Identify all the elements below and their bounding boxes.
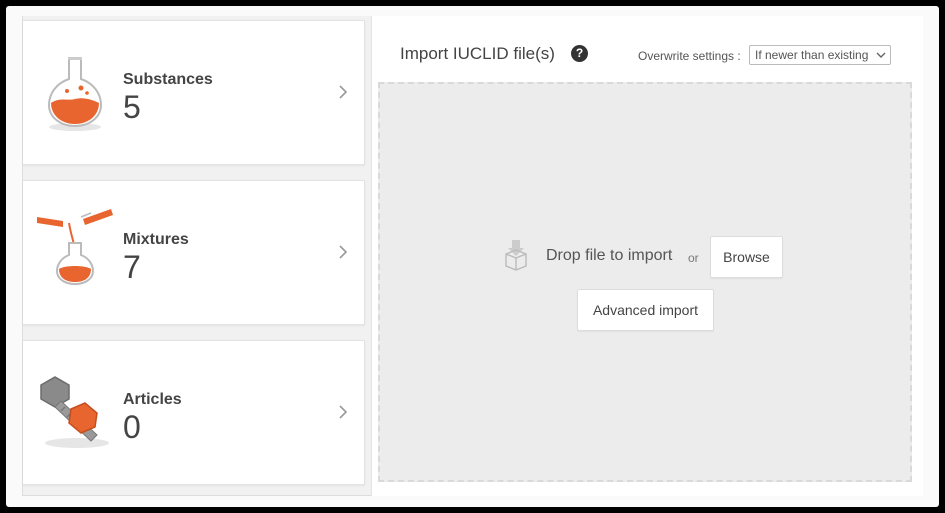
or-text: or: [688, 251, 699, 265]
bolt-nut-icon: [40, 376, 109, 448]
import-title: Import IUCLID file(s): [400, 44, 555, 63]
card-label: Articles: [123, 391, 182, 408]
browse-button[interactable]: Browse: [710, 236, 783, 278]
chevron-right-icon: [339, 405, 348, 419]
dashboard: Substances 5 Mixtures 7 Articles 0 Impor…: [22, 16, 923, 496]
card-count: 5: [123, 89, 141, 125]
card-substances[interactable]: Substances 5: [23, 20, 365, 165]
chevron-down-icon: [876, 52, 886, 58]
card-label: Mixtures: [123, 231, 189, 248]
card-mixtures[interactable]: Mixtures 7: [23, 180, 365, 325]
pouring-flask-icon: [37, 209, 113, 285]
chevron-right-icon: [339, 85, 348, 99]
app-window: Substances 5 Mixtures 7 Articles 0 Impor…: [6, 6, 939, 507]
card-label: Substances: [123, 71, 213, 88]
file-dropzone[interactable]: Drop file to import or Browse Advanced i…: [378, 82, 912, 482]
card-count: 7: [123, 249, 141, 285]
help-icon[interactable]: ?: [571, 45, 588, 62]
flask-icon: [47, 57, 103, 131]
overwrite-settings-select[interactable]: If newer than existing: [749, 45, 891, 65]
import-panel: Import IUCLID file(s) ? Overwrite settin…: [371, 16, 923, 496]
overwrite-settings-label: Overwrite settings :: [638, 49, 741, 63]
card-count: 0: [123, 409, 141, 445]
file-box-icon: [505, 240, 527, 271]
drop-file-text: Drop file to import: [546, 247, 673, 264]
overwrite-settings-value: If newer than existing: [755, 48, 869, 62]
chevron-right-icon: [339, 245, 348, 259]
advanced-import-button[interactable]: Advanced import: [577, 289, 714, 331]
card-articles[interactable]: Articles 0: [23, 340, 365, 485]
